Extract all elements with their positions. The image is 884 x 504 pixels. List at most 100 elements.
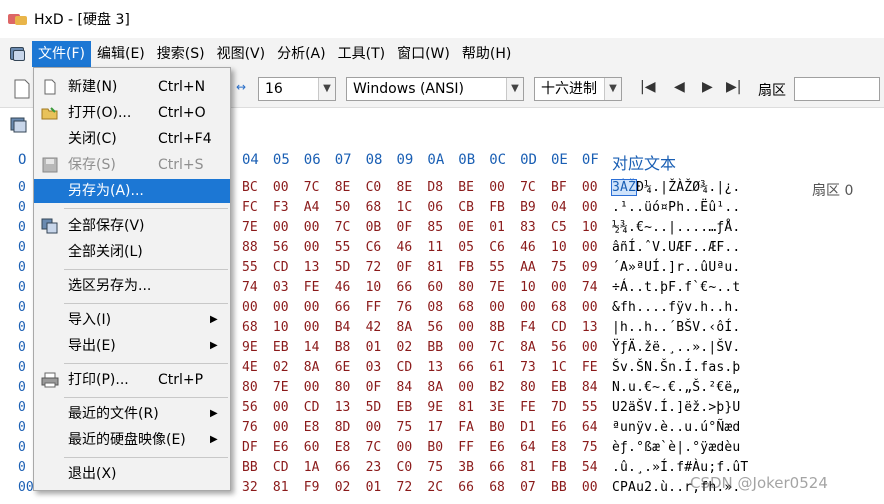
hex-byte[interactable]: 00 (242, 300, 258, 315)
hex-byte[interactable]: 10 (273, 320, 289, 335)
hex-byte[interactable]: C5 (551, 220, 567, 235)
hex-byte[interactable]: 55 (582, 400, 598, 415)
hex-byte[interactable]: 00 (458, 380, 474, 395)
hex-byte[interactable]: 68 (458, 300, 474, 315)
menu-search[interactable]: 搜索(S) (151, 41, 211, 67)
hex-byte[interactable]: AA (520, 260, 536, 275)
hex-byte[interactable]: A4 (304, 200, 320, 215)
ascii-text[interactable]: 3ÀŽÐ¼.|ŽÀŽØ¾.|¿. (610, 179, 740, 196)
hex-byte[interactable]: 00 (582, 340, 598, 355)
hex-byte[interactable]: B2 (489, 380, 505, 395)
new-file-icon[interactable] (14, 79, 30, 99)
prev-sector-icon[interactable]: ◀ (674, 79, 685, 95)
menu-view[interactable]: 视图(V) (211, 41, 272, 67)
bytes-per-row-select[interactable]: 16 ▼ (258, 77, 336, 101)
hex-byte[interactable]: 66 (397, 280, 413, 295)
hex-byte[interactable]: 42 (366, 320, 382, 335)
hex-byte[interactable]: 80 (458, 280, 474, 295)
hex-byte[interactable]: 8A (427, 380, 443, 395)
hex-byte[interactable]: FA (458, 420, 474, 435)
ascii-text[interactable]: N.u.€~.€.„Š.²€ë„ (612, 380, 740, 395)
hex-byte[interactable]: 00 (458, 320, 474, 335)
hex-byte[interactable]: 66 (489, 460, 505, 475)
ascii-text[interactable]: .¹..üó¤Ph..Ëû¹.. (612, 200, 740, 215)
hex-byte[interactable]: 00 (366, 420, 382, 435)
hex-byte[interactable]: 84 (582, 380, 598, 395)
hex-byte[interactable]: E6 (551, 420, 567, 435)
hex-byte[interactable]: 68 (366, 200, 382, 215)
hex-byte[interactable]: 50 (335, 200, 351, 215)
hex-byte[interactable]: 00 (458, 340, 474, 355)
hex-byte[interactable]: E6 (273, 440, 289, 455)
ascii-text[interactable]: èƒ.°ßæ`è|.°ÿædèu (612, 440, 740, 455)
next-sector-icon[interactable]: ▶ (702, 79, 713, 95)
menu-tools[interactable]: 工具(T) (332, 41, 391, 67)
menu-edit[interactable]: 编辑(E) (91, 41, 151, 67)
hex-byte[interactable]: 66 (335, 300, 351, 315)
hex-byte[interactable]: 61 (489, 360, 505, 375)
hex-byte[interactable]: 8A (304, 360, 320, 375)
hex-byte[interactable]: 00 (520, 300, 536, 315)
hex-byte[interactable]: 01 (366, 340, 382, 355)
hex-byte[interactable]: 7E (489, 280, 505, 295)
hex-byte[interactable]: 00 (273, 300, 289, 315)
hex-byte[interactable]: 5D (366, 400, 382, 415)
hex-byte[interactable]: 66 (458, 480, 474, 495)
hex-byte[interactable]: 80 (335, 380, 351, 395)
hex-byte[interactable]: FF (458, 440, 474, 455)
hex-byte[interactable]: 7C (520, 180, 536, 195)
hex-byte[interactable]: 06 (427, 200, 443, 215)
hex-byte[interactable]: 75 (397, 420, 413, 435)
hex-byte[interactable]: 00 (582, 480, 598, 495)
hex-byte[interactable]: C6 (366, 240, 382, 255)
hex-byte[interactable]: 32 (242, 480, 258, 495)
ascii-text[interactable]: ½¾.€~..|....…ƒÅ. (612, 220, 740, 235)
hex-byte[interactable]: FB (489, 200, 505, 215)
hex-byte[interactable]: 00 (273, 420, 289, 435)
hex-byte[interactable]: CD (304, 400, 320, 415)
sector-input[interactable] (794, 77, 880, 101)
hex-byte[interactable]: B9 (520, 200, 536, 215)
hex-byte[interactable]: 8B (489, 320, 505, 335)
file-menu-save-all[interactable]: 全部保存(V) (34, 214, 230, 238)
hex-byte[interactable]: 68 (551, 300, 567, 315)
hex-byte[interactable]: 66 (458, 360, 474, 375)
menu-analysis[interactable]: 分析(A) (271, 41, 332, 67)
hex-byte[interactable]: FE (520, 400, 536, 415)
hex-byte[interactable]: E6 (489, 440, 505, 455)
hex-byte[interactable]: 00 (304, 300, 320, 315)
hex-byte[interactable]: 3B (458, 460, 474, 475)
hex-byte[interactable]: 0F (397, 260, 413, 275)
hex-byte[interactable]: 60 (427, 280, 443, 295)
file-menu-save-selection[interactable]: 选区另存为... (34, 274, 230, 298)
hex-byte[interactable]: 64 (520, 440, 536, 455)
ascii-text[interactable]: ÷Á..t.þF.f`€~..t (612, 280, 740, 295)
hex-byte[interactable]: 80 (242, 380, 258, 395)
hex-byte[interactable]: 4E (242, 360, 258, 375)
ascii-text[interactable]: U2äŠV.Í.]ëž.>þ}U (612, 400, 740, 415)
hex-byte[interactable]: 72 (397, 480, 413, 495)
hex-byte[interactable]: BB (551, 480, 567, 495)
hex-byte[interactable]: 66 (335, 460, 351, 475)
hex-byte[interactable]: DF (242, 440, 258, 455)
hex-byte[interactable]: 03 (366, 360, 382, 375)
hex-byte[interactable]: FC (242, 200, 258, 215)
hex-byte[interactable]: 10 (582, 220, 598, 235)
hex-byte[interactable]: 84 (397, 380, 413, 395)
hex-byte[interactable]: 23 (366, 460, 382, 475)
hex-byte[interactable]: 54 (582, 460, 598, 475)
hex-byte[interactable]: 05 (458, 240, 474, 255)
hex-byte[interactable]: FE (304, 280, 320, 295)
hex-byte[interactable]: 46 (335, 280, 351, 295)
hex-byte[interactable]: C0 (366, 180, 382, 195)
hex-byte[interactable]: 55 (242, 260, 258, 275)
hex-byte[interactable]: 00 (397, 440, 413, 455)
hex-byte[interactable]: BB (427, 340, 443, 355)
hex-byte[interactable]: 00 (273, 220, 289, 235)
hex-byte[interactable]: 85 (427, 220, 443, 235)
menu-help[interactable]: 帮助(H) (456, 41, 517, 67)
hex-byte[interactable]: 75 (582, 440, 598, 455)
hex-byte[interactable]: 7C (335, 220, 351, 235)
hex-byte[interactable]: 8E (335, 180, 351, 195)
hex-byte[interactable]: 72 (366, 260, 382, 275)
